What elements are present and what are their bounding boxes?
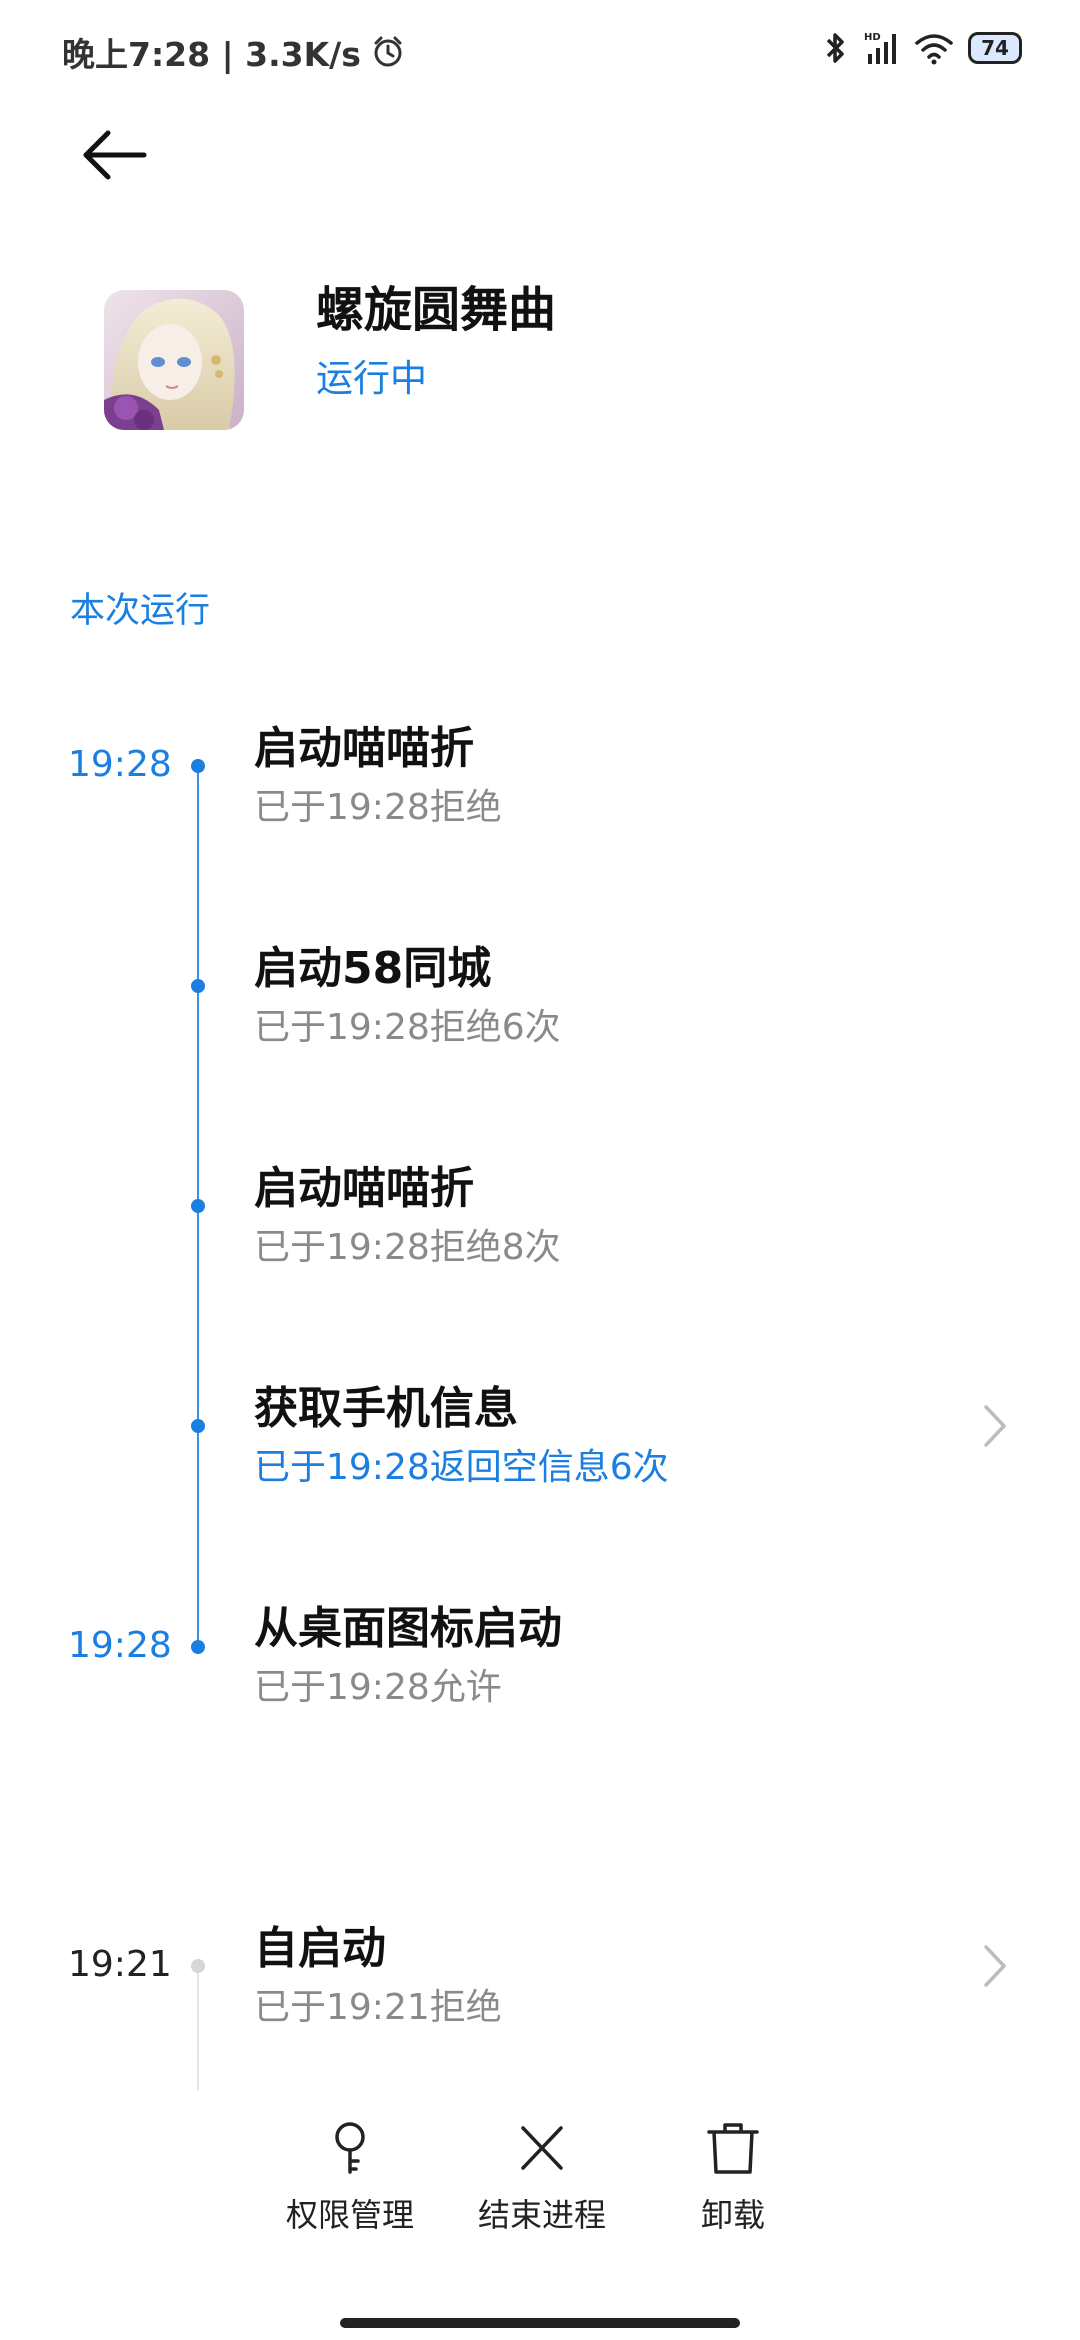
- timeline-detail: 已于19:28拒绝: [254, 787, 502, 828]
- app-name: 螺旋圆舞曲: [316, 282, 557, 338]
- timeline-line-gray: [197, 1972, 199, 2090]
- permissions-label: 权限管理: [285, 2196, 414, 2234]
- battery-level: 74: [981, 36, 1009, 60]
- timeline-title: 启动58同城: [254, 943, 492, 994]
- close-icon: [521, 2126, 563, 2170]
- app-status: 运行中: [316, 357, 427, 400]
- end-process-label: 结束进程: [477, 2196, 606, 2234]
- svg-text:HD: HD: [864, 32, 881, 43]
- timeline-title: 自启动: [254, 1923, 386, 1974]
- timeline-detail: 已于19:28允许: [254, 1667, 502, 1708]
- timeline-dot: [191, 979, 205, 993]
- timeline-title: 启动喵喵折: [254, 1163, 474, 1214]
- bluetooth-icon: [826, 33, 844, 63]
- timeline-title: 从桌面图标启动: [254, 1603, 562, 1654]
- timeline-dot: [191, 1640, 205, 1654]
- section-title: 本次运行: [70, 591, 211, 631]
- timeline-dot: [191, 1199, 205, 1213]
- uninstall-button[interactable]: 卸载: [643, 2120, 823, 2236]
- status-left: 晚上7:28 | 3.3K/s: [62, 28, 405, 76]
- timeline-title: 获取手机信息: [254, 1383, 518, 1434]
- key-icon: [335, 2122, 365, 2174]
- chevron-right-icon: [984, 1945, 1006, 1987]
- timeline-dot: [191, 1959, 205, 1973]
- timeline-detail: 已于19:28返回空信息6次: [254, 1447, 669, 1488]
- bottom-action-bar: 权限管理 结束进程 卸载: [0, 2120, 1080, 2260]
- wifi-icon: [915, 34, 953, 65]
- timeline-time: 19:28: [68, 1625, 172, 1666]
- end-process-button[interactable]: 结束进程: [452, 2120, 632, 2236]
- timeline-dot: [191, 759, 205, 773]
- back-button[interactable]: [80, 125, 150, 185]
- status-right: HD 74: [824, 30, 1022, 66]
- signal-hd-icon: HD: [864, 32, 896, 64]
- timeline-time: 19:21: [68, 1944, 172, 1985]
- timeline-detail: 已于19:28拒绝8次: [254, 1227, 561, 1268]
- alarm-icon: [374, 36, 402, 67]
- trash-icon: [707, 2123, 759, 2174]
- chevron-right-icon: [984, 1405, 1006, 1447]
- status-bar: 晚上7:28 | 3.3K/s HD 74: [0, 0, 1080, 100]
- permissions-button[interactable]: 权限管理: [260, 2120, 440, 2236]
- timeline-time: 19:28: [68, 744, 172, 785]
- timeline-title: 启动喵喵折: [254, 723, 474, 774]
- timeline-detail: 已于19:21拒绝: [254, 1987, 502, 2028]
- app-detail-screen: 晚上7:28 | 3.3K/s HD 74 螺旋圆舞曲 运行中 本次运行 19:…: [0, 0, 1080, 2340]
- back-arrow-icon: [83, 130, 147, 180]
- timeline-detail: 已于19:28拒绝6次: [254, 1007, 561, 1048]
- home-indicator[interactable]: [340, 2318, 740, 2328]
- status-time: 晚上7:28 | 3.3K/s: [62, 35, 361, 74]
- uninstall-label: 卸载: [700, 2196, 765, 2234]
- app-icon: [104, 290, 244, 430]
- battery-icon: 74: [968, 32, 1022, 64]
- timeline-dot: [191, 1419, 205, 1433]
